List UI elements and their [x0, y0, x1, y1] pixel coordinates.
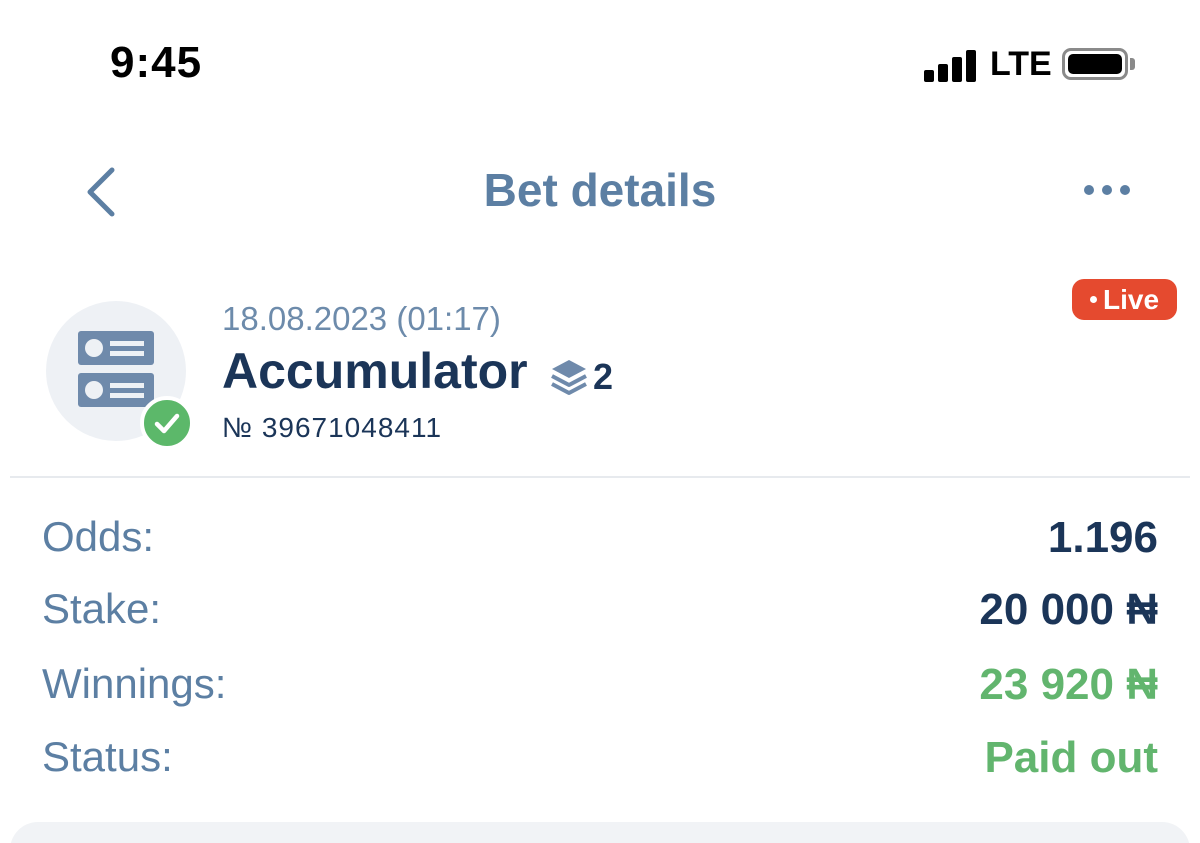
status-label: Status: — [42, 733, 173, 780]
live-badge: Live — [1072, 279, 1177, 320]
odds-label: Odds: — [42, 513, 155, 560]
odds-value: 1.196 — [1047, 513, 1158, 562]
bet-details-screen: 9:45 LTE Bet details 18.08.2023 (01:17) … — [0, 0, 1200, 843]
bet-date: 18.08.2023 (01:17) — [222, 300, 501, 337]
signal-icon — [924, 48, 980, 82]
winnings-value: 23 920 ₦ — [979, 660, 1158, 709]
bottom-card — [10, 822, 1190, 843]
won-status-badge — [140, 396, 194, 450]
stake-value: 20 000 ₦ — [979, 585, 1158, 634]
status-time: 9:45 — [110, 38, 203, 87]
status-value: Paid out — [984, 733, 1158, 782]
stake-label: Stake: — [42, 585, 162, 632]
page-title: Bet details — [483, 164, 717, 216]
layers-icon — [548, 356, 590, 398]
battery-icon — [1062, 48, 1128, 80]
live-label: Live — [1102, 284, 1160, 315]
live-dot-icon — [1089, 296, 1097, 304]
check-icon — [154, 413, 180, 434]
battery-tip — [1130, 58, 1135, 70]
winnings-label: Winnings: — [42, 660, 227, 707]
divider — [10, 476, 1190, 478]
more-options-button[interactable] — [1078, 172, 1138, 208]
bet-type: Accumulator — [222, 343, 528, 399]
network-type: LTE — [990, 45, 1052, 83]
selections-count: 2 — [593, 356, 614, 397]
bet-number: № 39671048411 — [222, 412, 443, 443]
more-horizontal-icon — [1084, 185, 1130, 195]
